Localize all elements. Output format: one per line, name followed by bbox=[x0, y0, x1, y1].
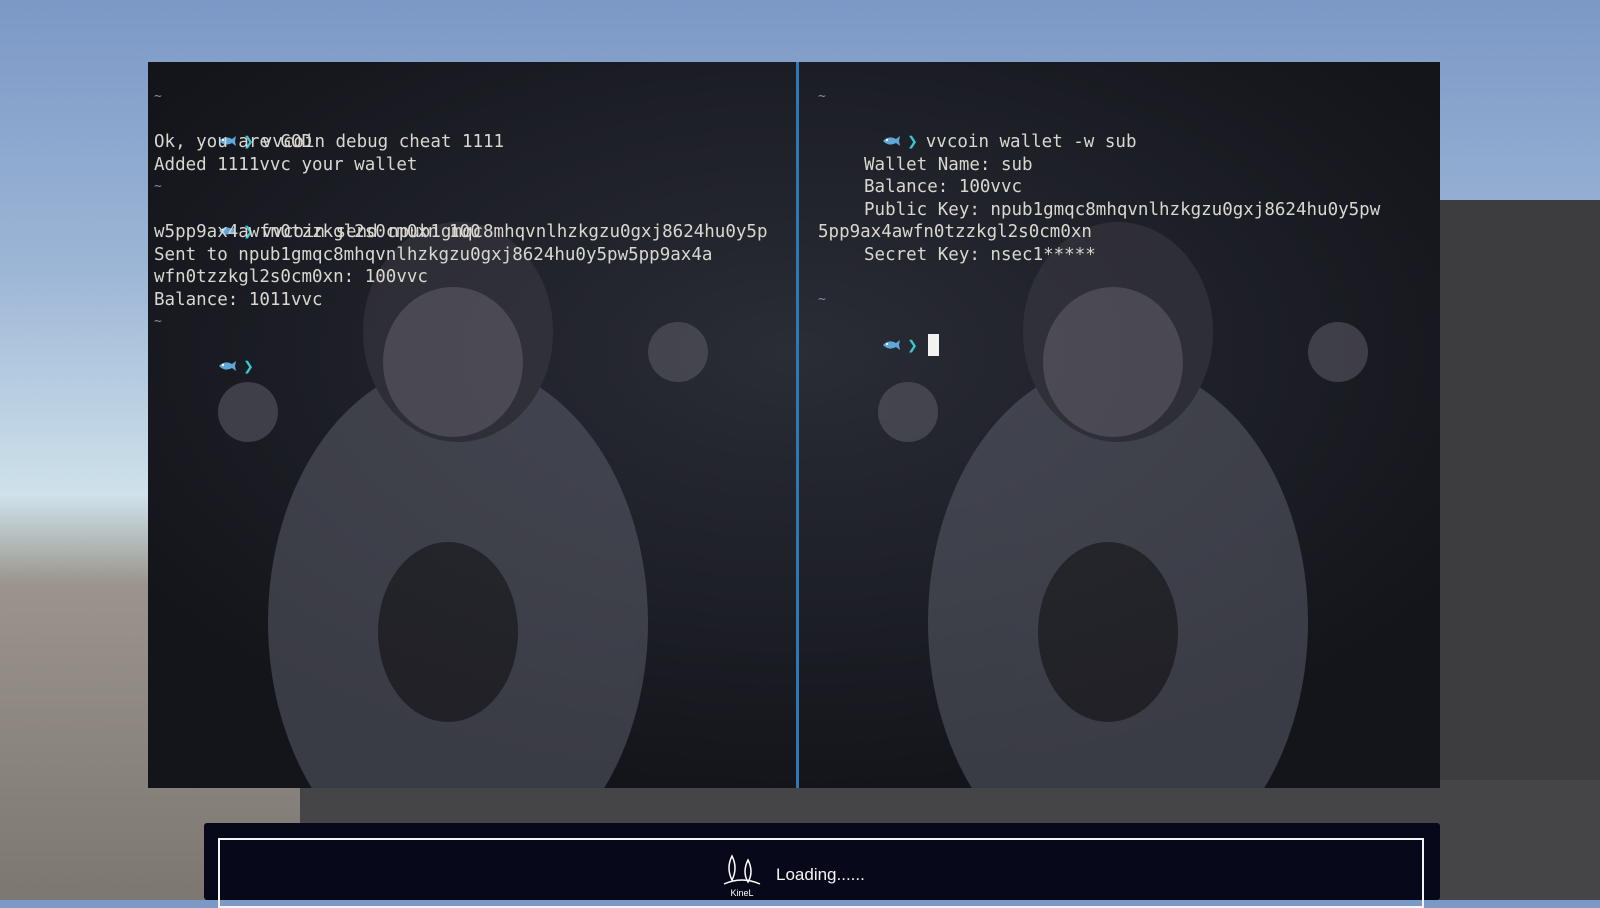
loading-panel: KineL Loading...... bbox=[204, 823, 1440, 908]
output-line: wfn0tzzkgl2s0cm0xn: 100vvc bbox=[154, 267, 428, 287]
prompt-line[interactable]: ❯ bbox=[154, 334, 784, 377]
wallet-balance: Balance: 100vvc bbox=[864, 177, 1023, 197]
terminal-pane-left[interactable]: ~ ❯ vvcoin debug cheat 1111 Ok, you are G… bbox=[154, 62, 784, 788]
logo-text: KineL bbox=[730, 888, 753, 898]
tilde-line: ~ bbox=[154, 314, 162, 329]
tilde-line: ~ bbox=[818, 291, 826, 307]
fish-icon bbox=[219, 361, 237, 371]
kinel-logo-icon: KineL bbox=[723, 854, 761, 898]
public-key-continuation: 5pp9ax4awfn0tzzkgl2s0cm0xn bbox=[818, 222, 1092, 242]
command-line: ❯ vvcoin wallet -w sub bbox=[818, 109, 1438, 152]
prompt-arrow: ❯ bbox=[907, 335, 918, 356]
text-cursor bbox=[927, 333, 939, 356]
tilde-line: ~ bbox=[154, 179, 162, 194]
tilde-line: ~ bbox=[818, 89, 826, 104]
wallet-name: Wallet Name: sub bbox=[864, 154, 1033, 175]
prompt-arrow: ❯ bbox=[243, 357, 254, 377]
public-key: Public Key: npub1gmqc8mhqvnlhzkgzu0gxj86… bbox=[864, 199, 1381, 220]
output-line: Balance: 1011vvc bbox=[154, 289, 323, 310]
terminal-window[interactable]: ~ ❯ vvcoin debug cheat 1111 Ok, you are G… bbox=[148, 62, 1440, 788]
pane-divider[interactable] bbox=[796, 62, 799, 788]
tilde-line: ~ bbox=[154, 89, 162, 104]
output-line: Sent to npub1gmqc8mhqvnlhzkgzu0gxj8624hu… bbox=[154, 244, 713, 265]
terminal-pane-right[interactable]: ~ ❯ vvcoin wallet -w sub Wallet Name: sub… bbox=[818, 62, 1438, 788]
secret-key: Secret Key: nsec1***** bbox=[864, 244, 1096, 265]
loading-text: Loading...... bbox=[776, 865, 865, 884]
fish-icon bbox=[883, 339, 901, 350]
output-line: Ok, you are GOD bbox=[154, 132, 313, 152]
loading-frame: KineL Loading...... bbox=[218, 838, 1424, 908]
command-line: ❯ vvcoin debug cheat 1111 bbox=[154, 109, 784, 152]
command-continuation: w5pp9ax4awfn0tzzkgl2s0cm0xn 100 bbox=[154, 222, 481, 242]
prompt-line[interactable]: ❯ bbox=[818, 311, 1438, 356]
output-line: Added 1111vvc your wallet bbox=[154, 154, 418, 175]
command-line: ❯ vvcoin send npub1gmqc8mhqvnlhzkgzu0gxj8… bbox=[154, 199, 784, 242]
